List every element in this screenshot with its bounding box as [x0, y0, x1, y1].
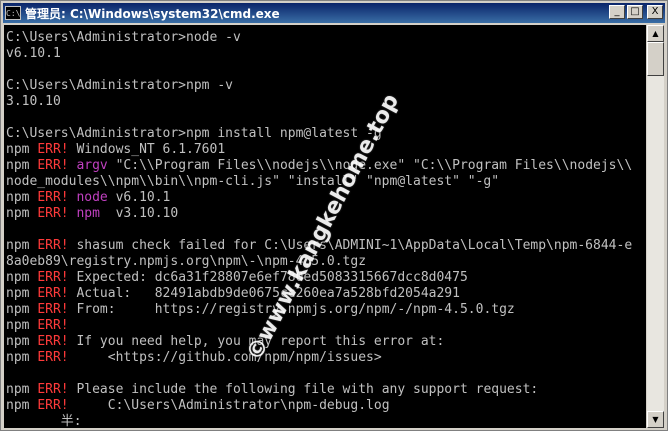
console-text: Please include the following file with a…	[68, 382, 539, 397]
console-line: C:\Users\Administrator>node -v	[6, 30, 632, 46]
console-line: npm ERR! Expected: dc6a31f28807e6ef780ed…	[6, 270, 632, 286]
console-text: npm	[6, 382, 38, 397]
console-text: C:\Users\Administrator>npm install npm@l…	[6, 126, 382, 141]
error-tag: ERR!	[37, 190, 69, 205]
error-tag: ERR!	[37, 350, 69, 365]
console-text: node_modules\\npm\\bin\\npm-cli.js" "ins…	[6, 174, 500, 189]
console-line: C:\Users\Administrator>npm -v	[6, 78, 632, 94]
console-line: npm ERR!	[6, 318, 632, 334]
error-tag: ERR!	[37, 398, 69, 413]
console-output[interactable]: C:\Users\Administrator>node -v v6.10.1 C:\…	[4, 25, 646, 428]
error-tag: ERR!	[37, 270, 69, 285]
error-tag: ERR!	[37, 286, 69, 301]
scroll-thumb[interactable]	[647, 42, 664, 76]
error-tag: ERR!	[37, 318, 69, 333]
keyword-text: node	[68, 190, 108, 205]
console-text: npm	[6, 158, 38, 173]
console-line: npm ERR! If you need help, you may repor…	[6, 334, 632, 350]
console-text: 半:	[6, 414, 82, 428]
console-text: npm	[6, 238, 38, 253]
window-controls: _ □ X	[609, 5, 663, 19]
console-text: npm	[6, 350, 38, 365]
console-line: v6.10.1	[6, 46, 632, 62]
error-tag: ERR!	[37, 158, 69, 173]
console-line: 3.10.10	[6, 94, 632, 110]
maximize-button[interactable]: □	[627, 5, 643, 19]
console-line: npm ERR! C:\Users\Administrator\npm-debu…	[6, 398, 632, 414]
console-text: npm	[6, 334, 38, 349]
console-text: shasum check failed for C:\Users\ADMINI~…	[68, 238, 633, 253]
error-tag: ERR!	[37, 238, 69, 253]
close-button[interactable]: X	[647, 5, 663, 19]
console-line: npm ERR! Actual: 82491abdb9de0675cc260ea…	[6, 286, 632, 302]
console-text: C:\Users\Administrator>node -v	[6, 30, 241, 45]
cmd-app-icon[interactable]: C:\	[5, 6, 21, 20]
error-tag: ERR!	[37, 334, 69, 349]
console-text: npm	[6, 398, 38, 413]
console-text: npm	[6, 190, 38, 205]
console-line: npm ERR! argv "C:\\Program Files\\nodejs…	[6, 158, 632, 174]
console-line: 半:	[6, 414, 632, 428]
console-line: npm ERR! From: https://registry.npmjs.or…	[6, 302, 632, 318]
vertical-scrollbar[interactable]: ▲ ▼	[647, 25, 664, 428]
console-line: C:\Users\Administrator>npm install npm@l…	[6, 126, 632, 142]
console-text: npm	[6, 286, 38, 301]
console-text: npm	[6, 318, 38, 333]
console-text: npm	[6, 206, 38, 221]
console-text: Windows_NT 6.1.7601	[68, 142, 226, 157]
console-line: npm ERR! node v6.10.1	[6, 190, 632, 206]
error-tag: ERR!	[37, 206, 69, 221]
console-text: Expected: dc6a31f28807e6ef780ed508331566…	[68, 270, 468, 285]
keyword-text: npm	[68, 206, 100, 221]
keyword-text: argv	[68, 158, 108, 173]
console-text: <https://github.com/npm/npm/issues>	[68, 350, 382, 365]
console-text: C:\Users\Administrator\npm-debug.log	[68, 398, 390, 413]
error-tag: ERR!	[37, 302, 69, 317]
cmd-window: C:\ 管理员: C:\Windows\system32\cmd.exe _ □…	[0, 0, 668, 431]
console-text: v6.10.1	[107, 190, 171, 205]
console-text: C:\Users\Administrator>npm -v	[6, 78, 233, 93]
window-title: 管理员: C:\Windows\system32\cmd.exe	[25, 6, 280, 21]
console-text: v6.10.1	[6, 46, 61, 61]
console-line: npm ERR! <https://github.com/npm/npm/iss…	[6, 350, 632, 366]
minimize-button[interactable]: _	[609, 5, 625, 19]
console-line: npm ERR! Windows_NT 6.1.7601	[6, 142, 632, 158]
console-text: npm	[6, 270, 38, 285]
console-text: npm	[6, 302, 38, 317]
console-text: 3.10.10	[6, 94, 61, 109]
console-line: npm ERR! Please include the following fi…	[6, 382, 632, 398]
title-bar[interactable]: C:\ 管理员: C:\Windows\system32\cmd.exe _ □…	[3, 3, 665, 23]
scroll-up-arrow-icon[interactable]: ▲	[647, 25, 664, 42]
scroll-down-arrow-icon[interactable]: ▼	[647, 411, 664, 428]
error-tag: ERR!	[37, 382, 69, 397]
console-line: node_modules\\npm\\bin\\npm-cli.js" "ins…	[6, 174, 632, 190]
console-text: npm	[6, 142, 38, 157]
error-tag: ERR!	[37, 142, 69, 157]
console-text: Actual: 82491abdb9de0675cc260ea7a528bfd2…	[68, 286, 460, 301]
console-text: v3.10.10	[99, 206, 179, 221]
